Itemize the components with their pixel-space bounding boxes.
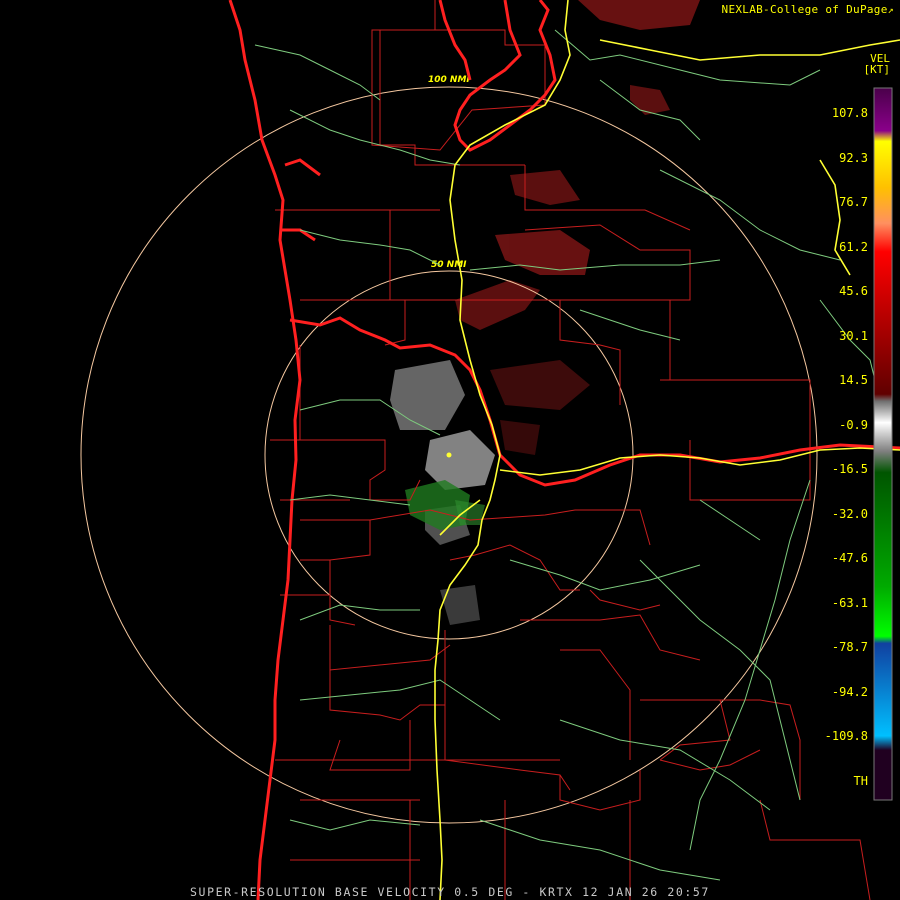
legend-tick-label: -78.7 (831, 640, 868, 654)
radar-map: 100 NMI 50 NMI (0, 0, 900, 900)
ring-label-100: 100 NMI (428, 75, 470, 85)
radar-site-marker (446, 452, 452, 458)
external-link-icon: ↗ (887, 5, 894, 16)
credit-text: NEXLAB-College of DuPage (721, 3, 888, 16)
legend-tick-label: 45.6 (839, 284, 868, 298)
legend-tick-label: TH (853, 773, 868, 788)
legend-tick-label: -32.0 (831, 506, 868, 521)
legend-tick-label: 107.8 (831, 106, 868, 120)
legend-unit: [KT] (863, 63, 891, 76)
legend-tick-label: 30.1 (839, 328, 868, 343)
velocity-color-scale (873, 87, 893, 801)
legend-tick-label: -0.9 (839, 417, 868, 432)
legend-tick-label: -16.5 (831, 462, 868, 476)
legend-tick-label: 76.7 (839, 195, 868, 209)
legend-tick-label: 14.5 (839, 373, 868, 387)
legend-tick-label: 92.3 (839, 150, 868, 165)
legend-tick-label: -63.1 (831, 595, 868, 610)
legend-tick-label: -94.2 (831, 684, 868, 699)
product-footer: SUPER-RESOLUTION BASE VELOCITY 0.5 DEG -… (190, 885, 710, 899)
site-credit[interactable]: NEXLAB-College of DuPage↗ (722, 3, 894, 16)
legend-tick-label: 61.2 (839, 239, 868, 254)
ring-label-50: 50 NMI (431, 260, 467, 270)
legend-tick-label: -109.8 (824, 729, 868, 743)
legend-tick-label: -47.6 (831, 551, 868, 565)
